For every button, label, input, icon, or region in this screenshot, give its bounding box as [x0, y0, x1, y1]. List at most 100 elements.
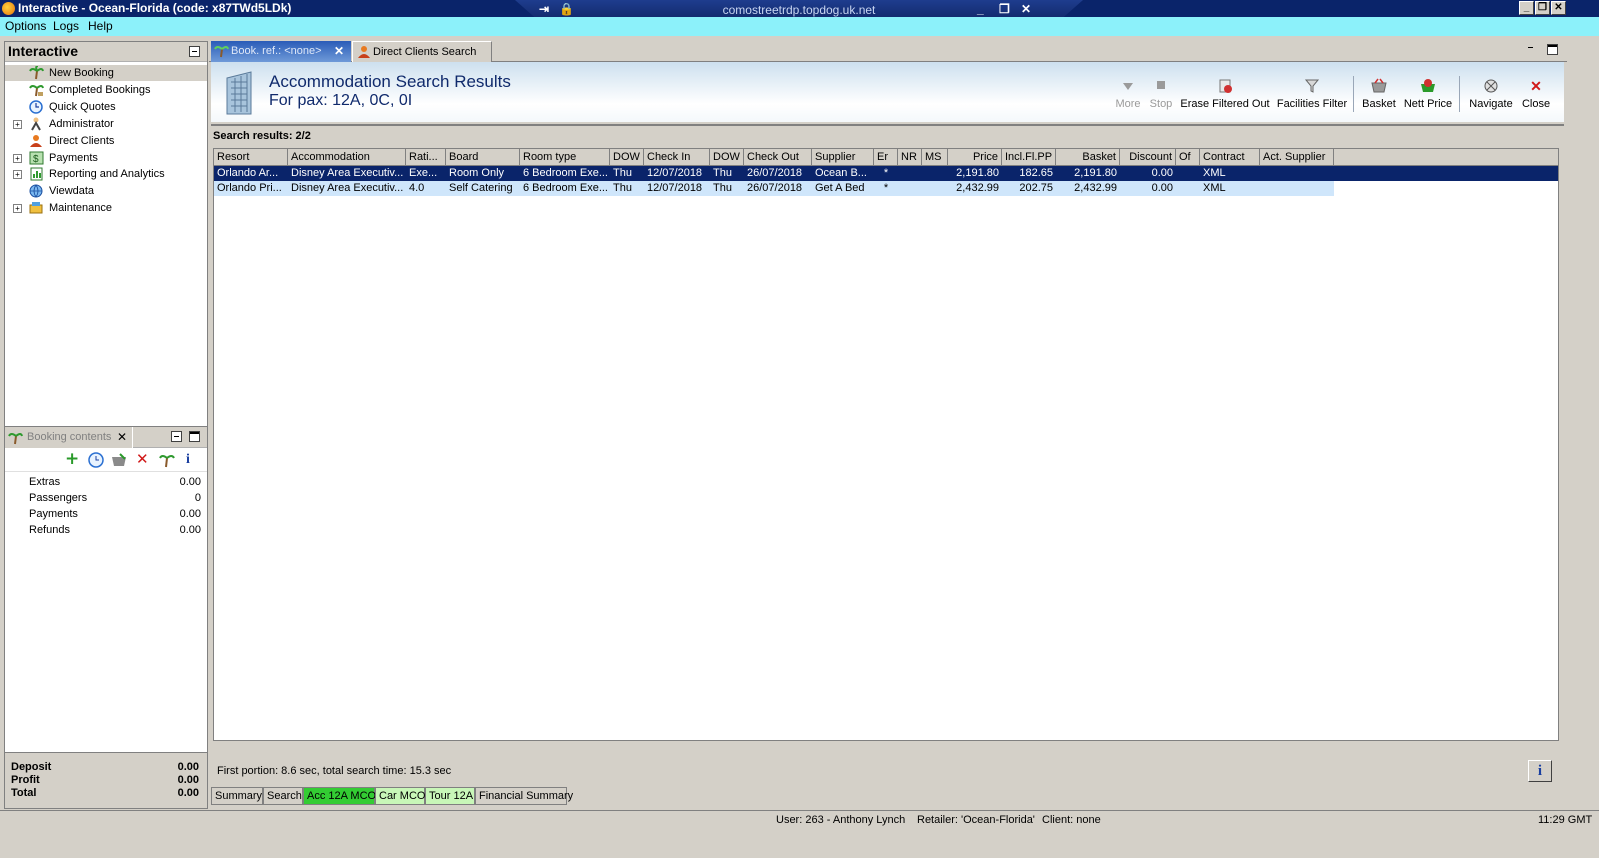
- nav-item-administrator[interactable]: + Administrator: [5, 116, 207, 132]
- bottom-tab[interactable]: Summary: [211, 787, 263, 805]
- tab-booking-ref[interactable]: Book. ref.: <none> ✕: [211, 41, 351, 62]
- results-header: Accommodation Search Results For pax: 12…: [211, 62, 1564, 122]
- menu-options[interactable]: Options: [5, 19, 46, 33]
- column-header[interactable]: Act. Supplier: [1260, 149, 1334, 166]
- nav-item-payments[interactable]: + $ Payments: [5, 150, 207, 166]
- rdp-restore-icon[interactable]: ❐: [999, 2, 1010, 16]
- booking-minimize-icon[interactable]: [171, 431, 182, 442]
- expand-icon[interactable]: +: [13, 120, 22, 129]
- nav-item-label: Quick Quotes: [49, 101, 116, 113]
- column-header[interactable]: Rati...: [406, 149, 446, 166]
- column-header[interactable]: Price: [948, 149, 1002, 166]
- basket-button[interactable]: Basket: [1359, 78, 1399, 118]
- table-cell: 2,191.80: [1074, 167, 1117, 179]
- close-icon[interactable]: ✕: [334, 41, 344, 61]
- booking-row-label: Extras: [29, 476, 61, 488]
- rdp-host: comostreetrdp.topdog.uk.net: [722, 3, 876, 17]
- rdp-close-icon[interactable]: ✕: [1021, 2, 1031, 16]
- column-header[interactable]: DOW: [710, 149, 744, 166]
- erase-filtered-out-button[interactable]: Erase Filtered Out: [1179, 78, 1271, 118]
- column-header[interactable]: Accommodation: [288, 149, 406, 166]
- column-header[interactable]: Check Out: [744, 149, 812, 166]
- nav-item-reporting[interactable]: + Reporting and Analytics: [5, 166, 207, 182]
- column-header[interactable]: Contract: [1200, 149, 1260, 166]
- more-button[interactable]: More: [1113, 78, 1143, 118]
- close-icon[interactable]: ✕: [117, 430, 127, 444]
- delete-icon[interactable]: ✕: [136, 452, 152, 468]
- column-header[interactable]: Resort: [214, 149, 288, 166]
- app-icon: [2, 2, 15, 15]
- nav-item-completed-bookings[interactable]: Completed Bookings: [5, 82, 207, 98]
- column-header[interactable]: Of: [1176, 149, 1200, 166]
- bottom-tab[interactable]: Acc 12A MCO: [303, 787, 376, 805]
- clock-icon[interactable]: [88, 452, 104, 468]
- navigate-button[interactable]: Navigate: [1465, 78, 1517, 118]
- column-header[interactable]: Room type: [520, 149, 610, 166]
- column-header[interactable]: Discount: [1120, 149, 1176, 166]
- bottom-tab[interactable]: Financial Summary: [475, 787, 573, 805]
- add-icon[interactable]: +: [65, 451, 81, 468]
- column-header[interactable]: DOW: [610, 149, 644, 166]
- expand-icon[interactable]: +: [13, 170, 22, 179]
- bottom-tab[interactable]: Search: [263, 787, 303, 805]
- filter-icon: [1304, 78, 1320, 94]
- tab-direct-clients-search[interactable]: Direct Clients Search: [352, 41, 492, 62]
- close-button[interactable]: ✕ Close: [1519, 78, 1553, 118]
- table-cell: Exe...: [409, 167, 438, 179]
- nett-price-button[interactable]: Nett Price: [1401, 78, 1455, 118]
- info-button[interactable]: i: [1528, 760, 1552, 782]
- column-header[interactable]: NR: [898, 149, 922, 166]
- bottom-tab[interactable]: Tour 12A: [425, 787, 475, 805]
- booking-maximize-icon[interactable]: [189, 431, 200, 442]
- nav-item-viewdata[interactable]: Viewdata: [5, 183, 207, 199]
- grid-header: Resort Accommodation Rati... Board Room type…: [214, 149, 1558, 166]
- expand-icon[interactable]: +: [13, 204, 22, 213]
- toolbar-label: More: [1115, 98, 1141, 110]
- column-header[interactable]: Incl.Fl.PP: [1002, 149, 1056, 166]
- column-header[interactable]: Check In: [644, 149, 710, 166]
- palm-tree-icon[interactable]: [159, 452, 175, 468]
- column-header[interactable]: MS: [922, 149, 948, 166]
- column-header[interactable]: Er: [874, 149, 898, 166]
- navigate-icon: [1483, 78, 1499, 94]
- column-header[interactable]: Supplier: [812, 149, 874, 166]
- expand-icon[interactable]: +: [13, 154, 22, 163]
- menu-help[interactable]: Help: [88, 19, 113, 33]
- booking-row-label: Payments: [29, 508, 78, 520]
- nav-item-new-booking[interactable]: New Booking: [5, 65, 207, 81]
- bottom-tab[interactable]: Car MCO: [375, 787, 425, 805]
- pane-minimize-icon[interactable]: [1526, 43, 1537, 54]
- table-row[interactable]: Orlando Pri... Disney Area Executiv... 4.0…: [214, 181, 1558, 196]
- facilities-filter-button[interactable]: Facilities Filter: [1275, 78, 1349, 118]
- booking-contents-title: Booking contents: [27, 431, 112, 443]
- booking-contents-tab[interactable]: Booking contents ✕: [5, 427, 133, 448]
- minimize-button[interactable]: _: [1519, 1, 1534, 15]
- admin-icon: [29, 117, 44, 131]
- rdp-minimize-icon[interactable]: _: [977, 2, 984, 16]
- menu-logs[interactable]: Logs: [53, 19, 79, 33]
- stop-button[interactable]: Stop: [1147, 78, 1175, 118]
- summary-label: Total: [11, 787, 37, 799]
- nav-item-quick-quotes[interactable]: Quick Quotes: [5, 99, 207, 115]
- basket-icon[interactable]: [111, 452, 127, 468]
- palm-tree-icon: [29, 83, 44, 97]
- info-icon[interactable]: i: [186, 452, 202, 468]
- booking-contents-panel: Booking contents ✕ + ✕ i Extras 0.00 Pass…: [4, 426, 208, 809]
- column-header[interactable]: Basket: [1056, 149, 1120, 166]
- toolbar-label: Erase Filtered Out: [1180, 98, 1270, 110]
- nav-item-maintenance[interactable]: + Maintenance: [5, 200, 207, 216]
- nav-collapse-icon[interactable]: [189, 46, 200, 57]
- person-icon: [357, 45, 371, 59]
- close-window-button[interactable]: ✕: [1551, 1, 1566, 15]
- restore-button[interactable]: ❐: [1535, 1, 1550, 15]
- column-header[interactable]: Board: [446, 149, 520, 166]
- stop-icon: [1153, 78, 1169, 94]
- booking-row-payments: Payments 0.00: [29, 508, 201, 520]
- pane-maximize-icon[interactable]: [1547, 44, 1558, 55]
- table-row[interactable]: Orlando Ar... Disney Area Executiv... Exe.…: [214, 166, 1558, 181]
- status-time: 11:29 GMT: [1538, 814, 1593, 826]
- tab-label: Book. ref.: <none>: [231, 45, 322, 57]
- nav-item-direct-clients[interactable]: Direct Clients: [5, 133, 207, 149]
- nav-title: Interactive: [8, 43, 79, 59]
- table-cell: [898, 181, 922, 196]
